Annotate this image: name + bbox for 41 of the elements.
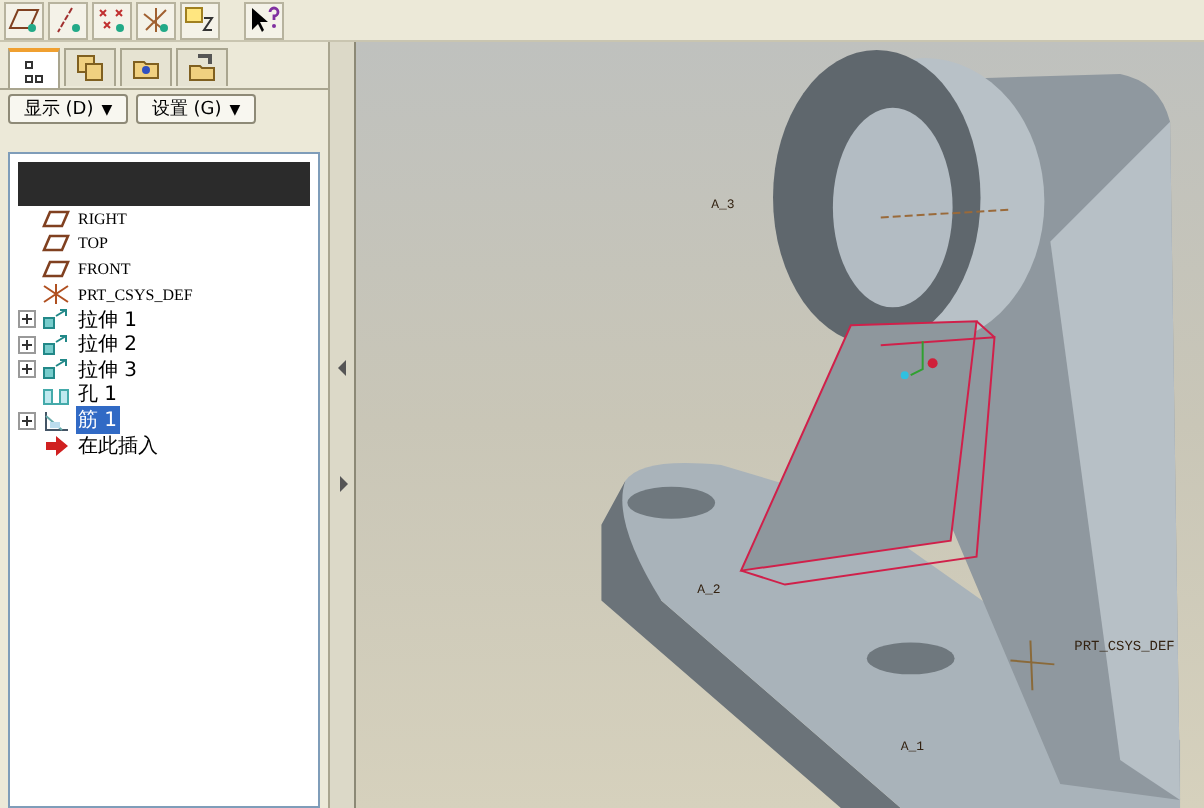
tree-item[interactable]: 在此插入: [76, 431, 160, 460]
coordinate-system-icon: [42, 284, 70, 305]
toolbar-button[interactable]: [4, 1, 44, 39]
datum-plane-icon: [42, 209, 70, 228]
panel-tab[interactable]: [8, 48, 60, 90]
extrude-icon: [42, 358, 70, 381]
tree-item[interactable]: 拉伸 1: [76, 305, 140, 334]
tree-item[interactable]: RIGHT: [76, 209, 129, 228]
tree-item[interactable]: 拉伸 2: [76, 330, 140, 359]
hole-icon: [42, 383, 70, 406]
tree-item[interactable]: 拉伸 3: [76, 355, 140, 384]
rib-icon: [42, 409, 70, 432]
layers-icon: [76, 54, 104, 82]
extrude-icon: [42, 333, 70, 356]
model-tree-icon: [24, 59, 44, 83]
coordinate-system-icon: [140, 6, 172, 34]
datum-axis-icon: [52, 6, 84, 34]
expand-toggle[interactable]: [18, 335, 36, 354]
tree-item[interactable]: 孔 1: [76, 380, 120, 409]
tree-item[interactable]: FRONT: [76, 259, 133, 278]
panel-tab[interactable]: [176, 48, 228, 86]
tree-item[interactable]: TOP: [76, 234, 110, 253]
insert-arrow-icon: [42, 435, 70, 456]
tree-item[interactable]: PRT_CSYS_DEF: [76, 285, 195, 304]
folder-tools-icon: [188, 54, 216, 82]
expand-toggle[interactable]: [18, 411, 36, 430]
help-cursor-icon: [248, 6, 280, 34]
datum-plane-icon: [8, 6, 40, 34]
extrude-icon: [42, 308, 70, 331]
expand-toggle[interactable]: [18, 310, 36, 329]
tree-item[interactable]: 筋 1: [76, 406, 120, 435]
folder-icon: [132, 56, 160, 80]
sketch-icon: [184, 6, 216, 34]
toolbar-button[interactable]: [180, 1, 220, 39]
collapse-arrow-icon: [337, 359, 347, 375]
datum-plane-icon: [42, 234, 70, 253]
expand-arrow-icon: [337, 475, 347, 491]
datum-point-icon: [96, 6, 128, 34]
toolbar-button[interactable]: [244, 1, 284, 39]
datum-plane-icon: [42, 259, 70, 278]
expand-toggle[interactable]: [18, 360, 36, 379]
